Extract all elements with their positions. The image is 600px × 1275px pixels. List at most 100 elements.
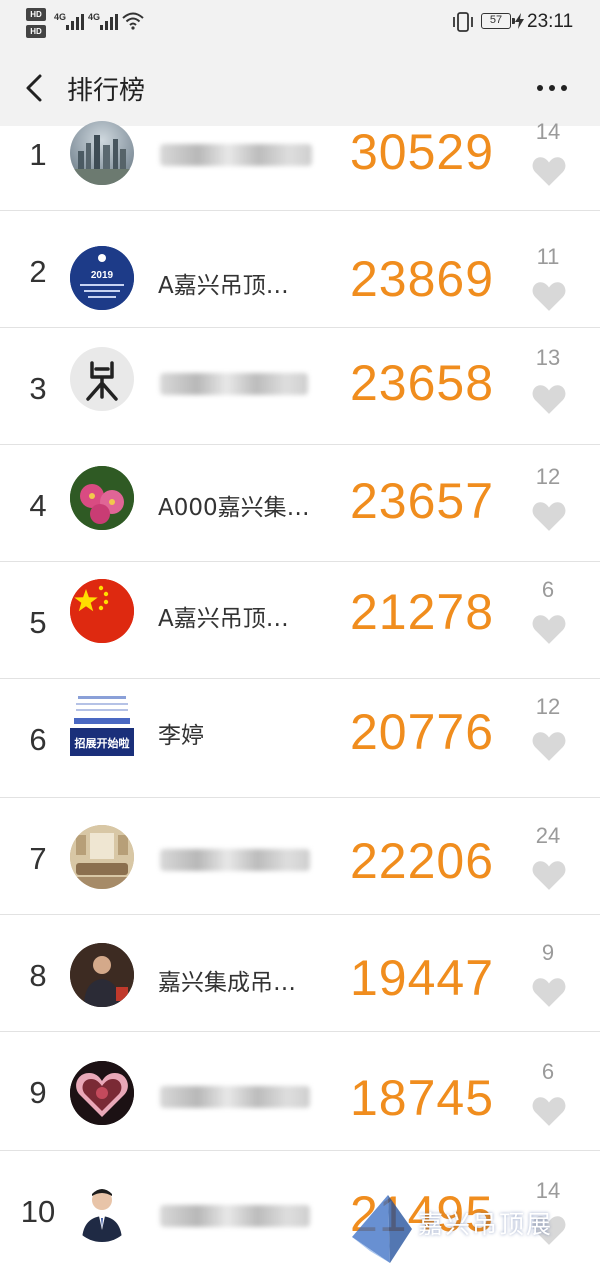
watermark-text: 嘉兴吊顶展 (418, 1210, 554, 1239)
step-count: 30529 (349, 124, 495, 180)
network-type-2: 4G (88, 12, 101, 22)
ranking-row[interactable]: 7 22206 24 (0, 797, 600, 914)
hidden-username (160, 1086, 310, 1108)
heart-icon (532, 732, 566, 761)
row-divider (0, 1150, 600, 1151)
avatar[interactable] (70, 943, 134, 1007)
step-count: 23869 (349, 251, 495, 307)
hidden-username (160, 144, 312, 166)
row-divider (0, 797, 600, 798)
username: A嘉兴吊顶… (158, 273, 289, 299)
avatar[interactable] (70, 1061, 134, 1125)
heart-icon (532, 615, 566, 644)
rank-number: 9 (29, 1075, 47, 1110)
avatar[interactable] (70, 121, 134, 185)
charging-icon (515, 13, 524, 29)
avatar[interactable]: 招展开始啦 (70, 692, 134, 756)
heart-frame-photo-image (70, 1061, 134, 1125)
row-divider (0, 1031, 600, 1032)
like-button[interactable] (532, 281, 566, 311)
like-button[interactable] (532, 156, 566, 186)
network-type-1: 4G (54, 12, 67, 22)
like-count: 12 (535, 464, 561, 489)
portrait-image (70, 1178, 134, 1242)
sim2-hd-badge: HD (26, 25, 46, 38)
step-count: 20776 (349, 704, 495, 760)
like-button[interactable] (532, 614, 566, 644)
like-count: 9 (541, 940, 555, 965)
avatar[interactable] (70, 466, 134, 530)
hidden-username (160, 373, 308, 395)
ranking-row[interactable]: 3 23658 13 (0, 327, 600, 444)
heart-icon (532, 1097, 566, 1126)
username: A000嘉兴集… (158, 495, 310, 521)
heart-icon (532, 385, 566, 414)
poster-year: 2019 (91, 270, 114, 281)
avatar[interactable] (70, 825, 134, 889)
clock: 23:11 (527, 11, 574, 32)
rank-number: 7 (29, 841, 47, 876)
status-bar: HD HD 4G 4G 57 23:11 (0, 0, 600, 50)
like-button[interactable] (532, 501, 566, 531)
battery-icon: 57 (481, 13, 515, 29)
banner-text: 招展开始啦 (75, 736, 130, 750)
heart-icon (532, 157, 566, 186)
rank-number: 4 (29, 488, 47, 523)
like-count: 11 (536, 244, 560, 269)
row-divider (0, 561, 600, 562)
like-button[interactable] (532, 1096, 566, 1126)
rank-number: 2 (29, 254, 47, 289)
step-count: 19447 (349, 950, 495, 1006)
like-button[interactable] (532, 860, 566, 890)
city-skyline-image (70, 135, 134, 185)
row-divider (0, 210, 600, 211)
like-count: 13 (535, 345, 561, 370)
person-photo-image (70, 943, 134, 1007)
heart-icon (532, 861, 566, 890)
vibrate-icon (453, 12, 473, 32)
like-count: 14 (535, 119, 561, 144)
like-button[interactable] (532, 384, 566, 414)
username: 嘉兴集成吊… (158, 970, 296, 996)
living-room-image (70, 825, 134, 889)
calligraphy-logo-image (86, 361, 118, 401)
signal-icon (66, 14, 84, 30)
expo-poster-image: 2019 (70, 246, 134, 310)
ranking-row[interactable]: 9 18745 6 (0, 1031, 600, 1148)
avatar[interactable] (70, 347, 134, 411)
ranking-row[interactable]: 8 嘉兴集成吊… 19447 9 (0, 914, 600, 1031)
row-divider (0, 914, 600, 915)
step-count: 21278 (349, 584, 495, 640)
ranking-row[interactable]: 2 2019 A嘉兴吊顶… 23869 11 (0, 210, 600, 327)
ranking-row[interactable]: 5 A嘉兴吊顶… 21278 6 (0, 561, 600, 678)
like-count: 6 (541, 1059, 555, 1084)
rank-number: 1 (29, 137, 47, 172)
avatar[interactable] (70, 1178, 134, 1242)
heart-icon (532, 502, 566, 531)
hidden-username (160, 849, 310, 871)
heart-icon (532, 978, 566, 1007)
step-count: 23658 (349, 355, 495, 411)
like-count: 6 (541, 577, 555, 602)
ranking-row[interactable]: 1 30529 14 (0, 93, 600, 210)
like-button[interactable] (532, 977, 566, 1007)
rank-number: 3 (29, 371, 47, 406)
sim1-hd-badge: HD (26, 8, 46, 21)
rank-number: 6 (29, 722, 47, 757)
expo-banner-image: 招展开始啦 (70, 692, 134, 756)
avatar[interactable]: 2019 (70, 246, 134, 310)
ranking-row[interactable]: 4 A000嘉兴集… 23657 12 (0, 444, 600, 561)
heart-icon (532, 282, 566, 311)
like-count: 12 (535, 694, 561, 719)
step-count: 18745 (349, 1070, 495, 1126)
row-divider (0, 678, 600, 679)
hidden-username (160, 1205, 310, 1227)
battery-level: 57 (489, 14, 503, 26)
avatar[interactable] (70, 579, 134, 643)
rank-number: 8 (29, 958, 47, 993)
like-button[interactable] (532, 731, 566, 761)
ranking-row[interactable]: 6 招展开始啦 李婷 20776 12 (0, 678, 600, 795)
username: A嘉兴吊顶… (158, 606, 289, 632)
row-divider (0, 327, 600, 328)
like-count: 24 (535, 823, 561, 848)
